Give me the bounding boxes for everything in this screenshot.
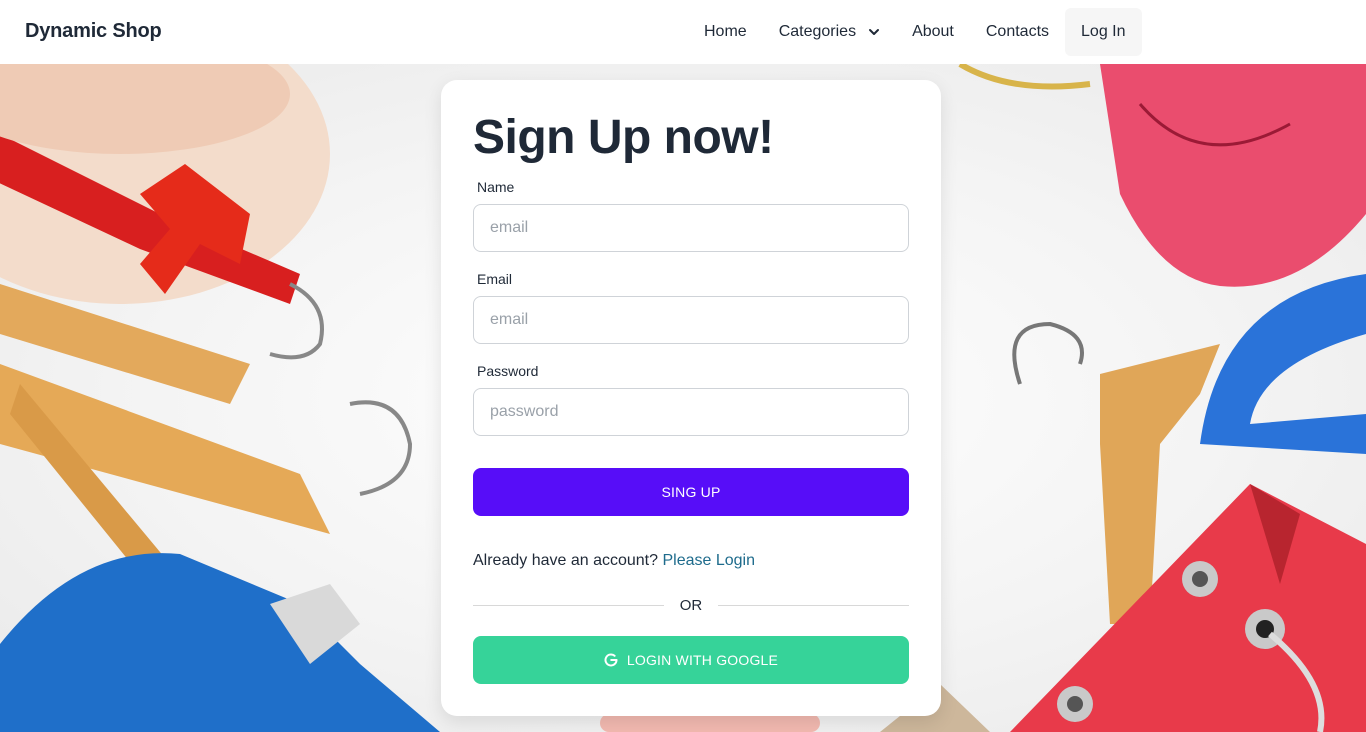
nav-login-label: Log In bbox=[1081, 23, 1126, 40]
signup-button[interactable]: SING UP bbox=[473, 468, 909, 516]
main-nav: Home Categories About Contacts Log In bbox=[688, 8, 1142, 56]
divider-text: OR bbox=[679, 596, 703, 614]
email-field[interactable] bbox=[473, 296, 909, 344]
nav-home[interactable]: Home bbox=[688, 8, 763, 56]
nav-categories-label: Categories bbox=[778, 23, 857, 40]
name-field[interactable] bbox=[473, 204, 909, 252]
nav-contacts-label: Contacts bbox=[985, 23, 1050, 40]
google-login-button[interactable]: LOGIN WITH GOOGLE bbox=[473, 636, 909, 684]
chevron-down-icon bbox=[868, 26, 880, 38]
or-divider: OR bbox=[473, 595, 909, 615]
nav-contacts[interactable]: Contacts bbox=[970, 8, 1065, 56]
nav-about[interactable]: About bbox=[896, 8, 970, 56]
google-icon bbox=[604, 653, 618, 667]
navbar: Dynamic Shop Home Categories About Conta… bbox=[0, 0, 1366, 64]
google-login-label: LOGIN WITH GOOGLE bbox=[626, 652, 779, 668]
nav-about-label: About bbox=[912, 23, 954, 40]
brand-logo[interactable]: Dynamic Shop bbox=[25, 20, 162, 43]
email-label: Email bbox=[477, 271, 513, 287]
nav-home-label: Home bbox=[704, 23, 747, 40]
already-account-label: Already have an account? bbox=[473, 552, 659, 569]
signup-card: Sign Up now! Name Email Password SING UP… bbox=[441, 80, 941, 716]
password-label: Password bbox=[477, 363, 539, 379]
divider-line-left bbox=[473, 604, 664, 606]
signup-button-label: SING UP bbox=[661, 484, 721, 500]
password-field[interactable] bbox=[473, 388, 909, 436]
already-account-text: Already have an account? Please Login bbox=[473, 552, 755, 570]
login-link[interactable]: Please Login bbox=[662, 552, 755, 569]
page-title: Sign Up now! bbox=[473, 111, 774, 164]
divider-line-right bbox=[718, 604, 909, 606]
nav-categories[interactable]: Categories bbox=[763, 8, 896, 56]
nav-login[interactable]: Log In bbox=[1065, 8, 1142, 56]
name-label: Name bbox=[477, 179, 515, 195]
